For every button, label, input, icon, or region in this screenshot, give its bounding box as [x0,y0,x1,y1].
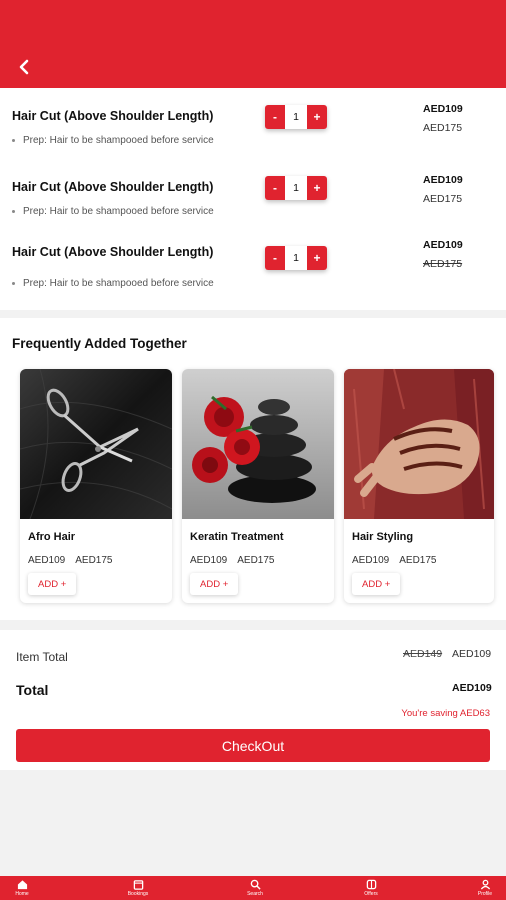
item-prep-note: Prep: Hair to be shampooed before servic… [12,135,214,146]
increase-button[interactable]: + [307,176,327,200]
card-title: Keratin Treatment [190,531,284,543]
item-name: Hair Cut (Above Shoulder Length) [12,180,214,194]
scissors-icon [20,369,172,519]
tab-label: Offers [364,891,378,897]
add-button[interactable]: ADD + [28,573,77,595]
card-price: AED109 [190,555,228,566]
cart-item: Hair Cut (Above Shoulder Length) Prep: H… [0,174,506,240]
home-icon [17,880,27,890]
item-prep-note: Prep: Hair to be shampooed before servic… [12,278,214,289]
search-icon [250,879,261,890]
bullet-icon [12,138,15,142]
decrease-button[interactable]: - [265,105,285,129]
card-price: AED109 [28,555,66,566]
prep-text: Prep: Hair to be shampooed before servic… [23,206,214,217]
chevron-left-icon [19,59,29,75]
product-card[interactable]: Keratin Treatment AED109 AED175 ADD + [182,369,334,603]
item-old-price: AED175 [423,193,463,205]
tab-label: Bookings [127,891,149,897]
scissors-image [20,369,172,519]
item-price: AED109 [423,174,463,186]
item-old-price: AED175 [423,258,463,270]
checkout-button[interactable]: CheckOut [16,729,490,762]
card-title: Hair Styling [352,531,414,543]
decrease-button[interactable]: - [265,246,285,270]
bullet-icon [12,281,15,285]
increase-button[interactable]: + [307,246,327,270]
tab-bookings[interactable]: Bookings [118,876,158,900]
order-summary: Item Total AED149 AED109 Total AED109 Yo… [0,630,506,770]
increase-button[interactable]: + [307,105,327,129]
prep-text: Prep: Hair to be shampooed before servic… [23,135,214,146]
tab-offers[interactable]: Offers [351,876,391,900]
card-title: Afro Hair [28,531,76,543]
item-prep-note: Prep: Hair to be shampooed before servic… [12,206,214,217]
card-old-price: AED175 [237,555,275,566]
section-title: Frequently Added Together [12,336,187,351]
card-price: AED109 [352,555,390,566]
add-button[interactable]: ADD + [190,573,239,595]
cart-item: Hair Cut (Above Shoulder Length) Prep: H… [0,103,506,169]
item-total-price: AED109 [452,648,492,660]
card-old-price: AED175 [399,555,437,566]
quantity-stepper: - 1 + [265,246,327,270]
quantity-stepper: - 1 + [265,105,327,129]
item-name: Hair Cut (Above Shoulder Length) [12,245,214,259]
cart-item: Hair Cut (Above Shoulder Length) Prep: H… [0,239,506,305]
cart-list: Hair Cut (Above Shoulder Length) Prep: H… [0,88,506,310]
tab-profile[interactable]: Profile [465,876,505,900]
card-prices: AED109 AED175 [28,555,123,566]
quantity-value: 1 [293,182,299,194]
quantity-value: 1 [293,252,299,264]
product-card[interactable]: Hair Styling AED109 AED175 ADD + [344,369,494,603]
roses-icon [182,369,334,519]
profile-icon [480,879,490,890]
roses-stones-image [182,369,334,519]
item-total-label: Item Total [16,650,68,664]
card-old-price: AED175 [75,555,113,566]
quantity-value: 1 [293,111,299,123]
tab-search[interactable]: Search [235,876,275,900]
item-total-old-price: AED149 [403,648,443,660]
tab-label: Home [15,891,29,897]
back-button[interactable] [14,56,36,78]
card-prices: AED109 AED175 [352,555,447,566]
item-name: Hair Cut (Above Shoulder Length) [12,109,214,123]
decrease-button[interactable]: - [265,176,285,200]
tab-label: Search [247,891,263,897]
app-header [0,0,506,88]
henna-hand-image [344,369,494,519]
saving-text: You're saving AED63 [401,708,490,719]
item-old-price: AED175 [423,122,463,134]
product-card[interactable]: Afro Hair AED109 AED175 ADD + [20,369,172,603]
total-label: Total [16,682,49,698]
bottom-tab-bar: Home Bookings Search Offers Profile [0,876,506,900]
offers-icon [366,879,376,890]
add-button[interactable]: ADD + [352,573,401,595]
prep-text: Prep: Hair to be shampooed before servic… [23,278,214,289]
tab-label: Profile [477,891,493,897]
tab-home[interactable]: Home [2,876,42,900]
bullet-icon [12,209,15,213]
card-prices: AED109 AED175 [190,555,285,566]
quantity-stepper: - 1 + [265,176,327,200]
calendar-icon [133,880,143,890]
item-price: AED109 [423,103,463,115]
frequently-added-section: Frequently Added Together Afro Hair AED1… [0,318,506,620]
item-price: AED109 [423,239,463,251]
henna-hand-icon [344,369,494,519]
total-value: AED109 [452,682,492,694]
